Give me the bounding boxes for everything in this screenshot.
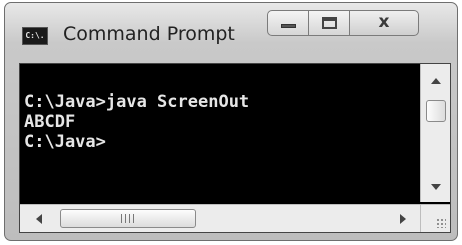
close-icon: x <box>378 12 390 32</box>
resize-grip-icon <box>436 218 446 228</box>
command-prompt-icon: C:\. <box>22 27 48 45</box>
maximize-icon <box>322 17 337 29</box>
down-arrow-icon[interactable] <box>431 184 441 190</box>
maximize-button[interactable] <box>308 10 350 36</box>
vertical-scroll-thumb[interactable] <box>426 100 446 122</box>
left-arrow-icon[interactable] <box>36 214 42 224</box>
command-prompt-window: C:\. Command Prompt x C:\Java>java Scree… <box>4 2 458 241</box>
up-arrow-icon[interactable] <box>431 78 441 84</box>
console-line: C:\Java> <box>24 132 106 152</box>
grip-icon <box>121 214 135 223</box>
vertical-scrollbar[interactable] <box>420 64 450 202</box>
minimize-button[interactable] <box>267 10 309 36</box>
console-area: C:\Java>java ScreenOut ABCDF C:\Java> <box>19 63 451 233</box>
horizontal-scroll-thumb[interactable] <box>60 209 196 228</box>
console-line: ABCDF <box>24 112 76 132</box>
resize-grip[interactable] <box>420 204 450 232</box>
console-line: C:\Java>java ScreenOut <box>24 92 250 112</box>
window-title: Command Prompt <box>63 23 235 45</box>
close-button[interactable]: x <box>349 10 419 36</box>
horizontal-scrollbar[interactable] <box>20 204 420 232</box>
right-arrow-icon[interactable] <box>400 214 406 224</box>
minimize-icon <box>281 24 296 28</box>
console-output[interactable]: C:\Java>java ScreenOut ABCDF C:\Java> <box>22 66 418 204</box>
title-bar[interactable]: C:\. Command Prompt x <box>5 3 457 61</box>
